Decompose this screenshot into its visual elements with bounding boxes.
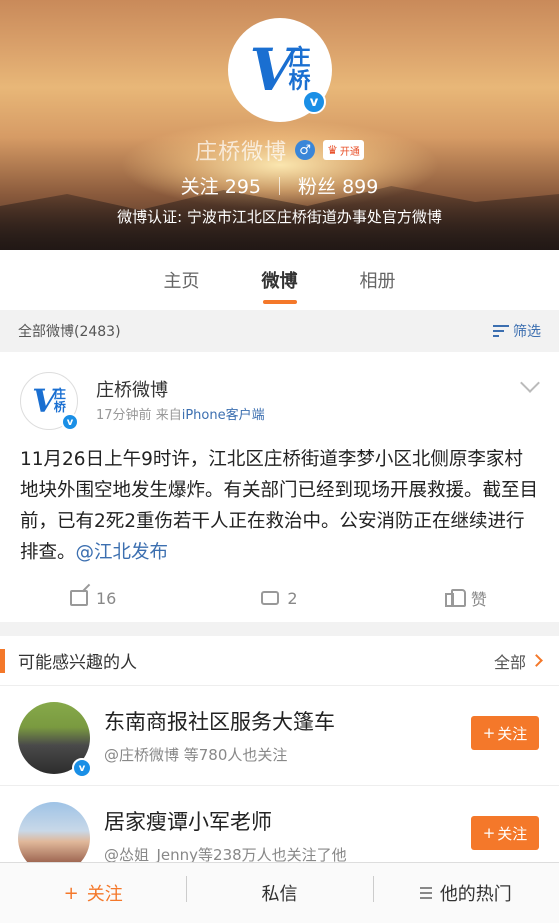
stats-divider: [279, 176, 280, 195]
post-mention-link[interactable]: @江北发布: [76, 542, 169, 563]
suggested-person[interactable]: v 东南商报社区服务大篷车 @庄桥微博 等780人也关注 + 关注: [0, 686, 559, 786]
suggestions-header: 可能感兴趣的人 全部: [0, 636, 559, 686]
person-name[interactable]: 东南商报社区服务大篷车: [104, 706, 335, 736]
post-meta: 17分钟前 来自iPhone客户端: [96, 404, 265, 423]
menu-icon: [419, 887, 432, 899]
male-gender-icon: ♂: [295, 140, 316, 160]
chevron-right-icon: [530, 654, 543, 667]
hot-posts-button[interactable]: 他的热门: [372, 876, 559, 906]
verified-badge-icon: v: [72, 758, 92, 778]
tab-home[interactable]: 主页: [164, 250, 200, 310]
crown-icon: ♛: [327, 143, 338, 157]
post-author-avatar[interactable]: V 庄 桥 v: [20, 372, 79, 431]
like-label: 赞: [470, 590, 487, 609]
following-count: 295: [224, 176, 261, 198]
person-desc: @庄桥微博 等780人也关注: [104, 746, 288, 764]
bottom-action-bar: + 关注 私信 他的热门: [0, 862, 559, 923]
suggestions-title: 可能感兴趣的人: [18, 653, 137, 673]
see-all-label: 全部: [493, 652, 526, 672]
plus-icon: +: [482, 824, 496, 842]
chevron-down-icon[interactable]: [520, 373, 540, 393]
vip-badge[interactable]: ♛ 开通: [323, 140, 364, 160]
profile-name-row: 庄桥微博 ♂ ♛ 开通: [0, 134, 559, 166]
followers-count: 899: [342, 176, 379, 198]
repost-icon: [69, 590, 88, 606]
bottom-follow-button[interactable]: + 关注: [0, 880, 186, 906]
filter-label: 筛选: [513, 324, 541, 340]
see-all-link[interactable]: 全部: [493, 649, 543, 673]
hot-posts-label: 他的热门: [439, 884, 512, 905]
post-actions: 16 2 赞: [0, 578, 559, 618]
filter-icon: [493, 325, 509, 337]
post-source-prefix: 来自: [155, 408, 182, 423]
profile-stats: 关注 295 粉丝 899: [0, 172, 559, 199]
avatar-logo-char: 桥: [288, 68, 311, 94]
plus-icon: +: [63, 882, 79, 904]
avatar-logo-char: 桥: [53, 400, 66, 414]
verified-badge-icon: v: [61, 413, 79, 431]
all-posts-count: 全部微博(2483): [18, 324, 121, 340]
follow-label: 关注: [497, 724, 528, 743]
followers-label: 粉丝: [298, 176, 337, 198]
follow-button[interactable]: + 关注: [471, 716, 539, 750]
post-body: 11月26日上午9时许，江北区庄桥街道李梦小区北侧原李家村地块外围空地发生爆炸。…: [20, 444, 540, 568]
vip-badge-label: 开通: [339, 146, 360, 158]
avatar-logo-text: 庄 桥: [288, 44, 311, 94]
profile-tabs: 主页 微博 相册: [0, 250, 559, 310]
tab-weibo[interactable]: 微博: [262, 250, 298, 310]
comment-count: 2: [287, 588, 298, 608]
follow-button[interactable]: + 关注: [471, 816, 539, 850]
message-label: 私信: [261, 884, 298, 905]
post-time: 17分钟前: [96, 408, 152, 423]
post-card: V 庄 桥 v 庄桥微博 17分钟前 来自iPhone客户端 11月26日上午9…: [0, 352, 559, 622]
person-name[interactable]: 居家瘦谭小军老师: [104, 806, 272, 836]
post-author-name[interactable]: 庄桥微博: [96, 376, 168, 402]
repost-count: 16: [95, 588, 117, 608]
comment-button[interactable]: 2: [186, 586, 372, 608]
verified-badge-icon: v: [302, 90, 326, 114]
avatar-logo-char: 庄: [288, 44, 311, 71]
followers-stat[interactable]: 粉丝 899: [298, 172, 378, 199]
avatar-logo-text: 庄 桥: [54, 388, 66, 413]
message-button[interactable]: 私信: [186, 876, 372, 906]
bottom-follow-label: 关注: [86, 884, 123, 905]
profile-name: 庄桥微博: [195, 140, 288, 165]
plus-icon: +: [482, 724, 496, 742]
profile-avatar[interactable]: V 庄 桥 v: [228, 18, 332, 122]
thumbs-up-icon: [444, 589, 466, 607]
comment-icon: [261, 586, 280, 605]
filter-button[interactable]: 筛选: [493, 321, 541, 341]
filter-bar: 全部微博(2483) 筛选: [0, 310, 559, 352]
profile-banner: V 庄 桥 v 庄桥微博 ♂ ♛ 开通 关注 295 粉丝 899 微博认证: …: [0, 0, 559, 250]
follow-label: 关注: [497, 824, 528, 843]
like-button[interactable]: 赞: [373, 586, 559, 610]
tab-album[interactable]: 相册: [360, 250, 396, 310]
following-label: 关注: [180, 176, 219, 198]
following-stat[interactable]: 关注 295: [181, 172, 261, 199]
certification-text: 微博认证: 宁波市江北区庄桥街道办事处官方微博: [117, 208, 442, 226]
section-accent-bar: [0, 649, 5, 673]
repost-button[interactable]: 16: [0, 589, 186, 608]
post-source[interactable]: iPhone客户端: [182, 408, 265, 423]
